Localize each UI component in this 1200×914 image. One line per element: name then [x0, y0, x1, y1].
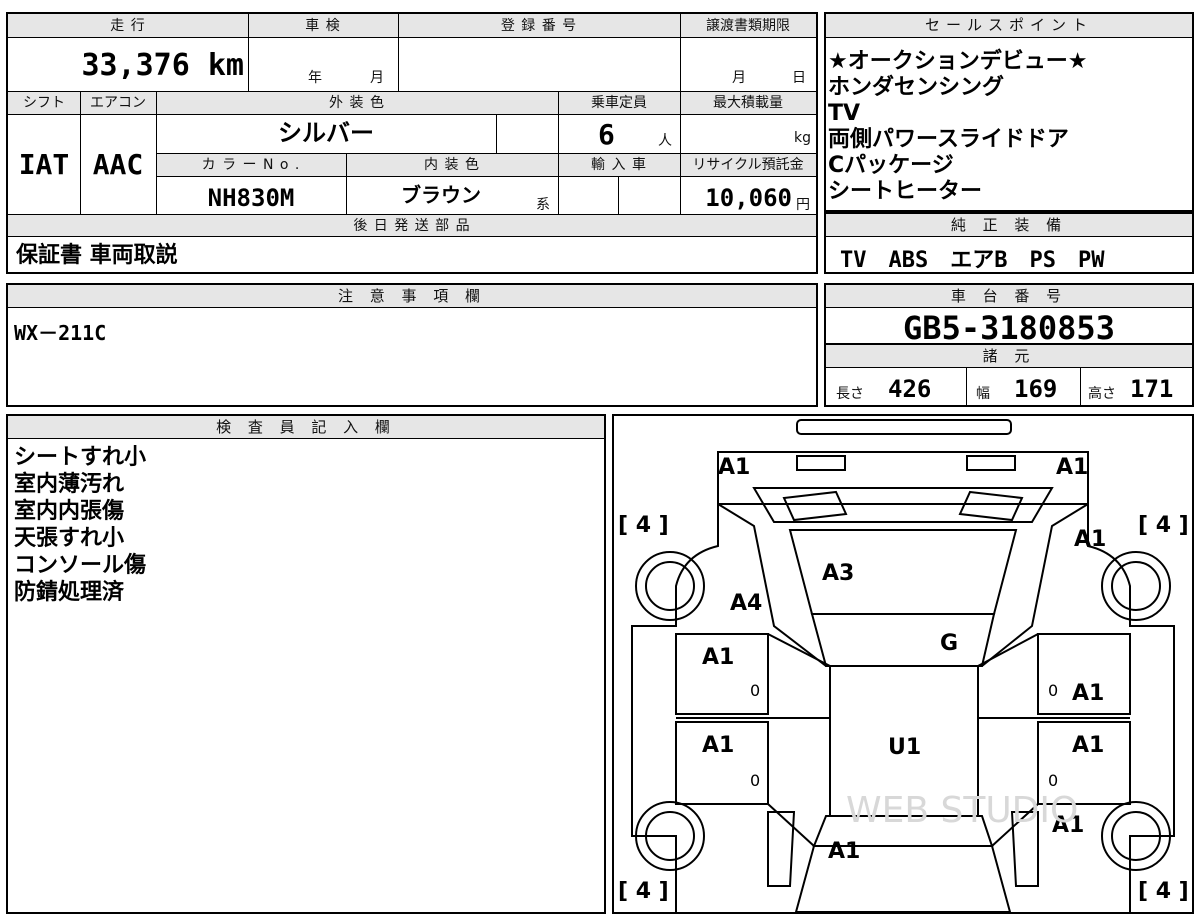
max-load-unit: kg — [794, 130, 811, 146]
width-value: 169 — [1014, 375, 1058, 403]
inspection-month: 月 — [370, 70, 384, 86]
inspector-line-3: 室内内張傷 — [14, 499, 125, 524]
inspector-line-4: 天張すれ小 — [14, 526, 125, 551]
genuine-equipment-panel: 純 正 装 備 TV ABS エアB PS PW — [824, 212, 1194, 274]
color-no-value: NH830M — [207, 184, 295, 212]
chassis-value: GB5-3180853 — [903, 309, 1115, 347]
sales-point-5: Cパッケージ — [828, 153, 954, 178]
inspection-label: 車 検 — [305, 18, 341, 34]
mark-front-left: A1 — [718, 455, 750, 480]
deadline-day: 日 — [792, 70, 806, 86]
mark-left-rear-door: A1 — [702, 733, 734, 758]
chassis-header: 車 台 番 号 — [826, 285, 1192, 308]
tire-label-bottom-right: [ 4 ] — [1138, 879, 1189, 904]
exterior-color-label: 外 装 色 — [329, 95, 385, 111]
height-label: 高さ — [1088, 386, 1116, 402]
inspector-panel: 検 査 員 記 入 欄 シートすれ小 室内薄汚れ 室内内張傷 天張すれ小 コンソ… — [6, 414, 606, 914]
mark-hood: A3 — [822, 561, 854, 586]
max-load-label: 最大積載量 — [713, 95, 783, 111]
mark-windshield: G — [940, 631, 958, 656]
sales-point-3: TV — [828, 101, 861, 126]
color-no-label: カ ラ ー N o . — [201, 157, 301, 173]
sales-points-panel: セールスポイント ★オークションデビュー★ ホンダセンシング TV 両側パワース… — [824, 12, 1194, 212]
later-parts-label: 後 日 発 送 部 品 — [353, 218, 471, 234]
width-label: 幅 — [976, 386, 990, 402]
chassis-panel: 車 台 番 号 GB5-3180853 — [824, 283, 1194, 347]
mileage-label: 走 行 — [110, 18, 146, 34]
aircon-label: エアコン — [90, 95, 146, 111]
mark-left-rear-door-sub: 0 — [750, 771, 760, 790]
vehicle-info-grid: 走 行 車 検 登 録 番 号 譲渡書類期限 33,376 km 年 月 月 日… — [6, 12, 818, 274]
interior-color-label: 内 装 色 — [424, 157, 480, 173]
mark-left-front-door: A1 — [702, 645, 734, 670]
capacity-value: 6 — [598, 118, 615, 151]
transfer-deadline-label: 譲渡書類期限 — [706, 18, 790, 34]
registration-label: 登 録 番 号 — [500, 18, 578, 34]
sales-point-4: 両側パワースライドドア — [828, 127, 1069, 152]
capacity-label: 乗車定員 — [591, 95, 647, 111]
mark-right-rear-door-sub: 0 — [1048, 771, 1058, 790]
length-value: 426 — [888, 375, 932, 403]
length-label: 長さ — [836, 386, 864, 402]
genuine-equipment-header: 純 正 装 備 — [826, 214, 1192, 237]
mileage-value: 33,376 km — [81, 48, 244, 83]
inspection-year: 年 — [308, 70, 322, 86]
height-value: 171 — [1130, 375, 1174, 403]
inspector-line-1: シートすれ小 — [14, 445, 147, 470]
inspector-header: 検 査 員 記 入 欄 — [8, 416, 604, 439]
capacity-unit: 人 — [658, 133, 672, 149]
mark-rear-glass: A1 — [828, 839, 860, 864]
notes-header: 注 意 事 項 欄 — [8, 285, 816, 308]
mark-right-fender: A1 — [1074, 527, 1106, 552]
deadline-month: 月 — [732, 70, 746, 86]
shift-label: シフト — [23, 95, 65, 111]
mark-front-right: A1 — [1056, 455, 1088, 480]
later-parts-value: 保証書 車両取説 — [16, 243, 178, 268]
inspector-line-5: コンソール傷 — [14, 553, 147, 578]
import-label: 輸 入 車 — [591, 157, 647, 173]
recycle-label: リサイクル預託金 — [692, 157, 804, 173]
sales-points-header: セールスポイント — [826, 14, 1192, 38]
mark-roof: U1 — [888, 735, 921, 760]
shift-value: IAT — [18, 148, 70, 181]
notes-panel: 注 意 事 項 欄 WX－211C — [6, 283, 818, 407]
notes-value: WX－211C — [14, 321, 107, 345]
car-diagram-panel: [ 4 ] [ 4 ] [ 4 ] [ 4 ] A1 A1 A1 A3 A4 G… — [612, 414, 1194, 914]
mark-left-fender: A4 — [730, 591, 762, 616]
car-diagram: [ 4 ] [ 4 ] [ 4 ] [ 4 ] A1 A1 A1 A3 A4 G… — [618, 419, 1189, 912]
mark-right-rear-door: A1 — [1072, 733, 1104, 758]
sales-point-2: ホンダセンシング — [828, 75, 1005, 100]
genuine-equipment-value: TV ABS エアB PS PW — [840, 248, 1105, 273]
exterior-color-value: シルバー — [278, 119, 374, 147]
sales-point-6: シートヒーター — [828, 179, 983, 204]
interior-color-value: ブラウン — [401, 183, 481, 207]
tire-label-top-left: [ 4 ] — [618, 513, 669, 538]
inspector-line-6: 防錆処理済 — [14, 580, 125, 605]
tire-label-top-right: [ 4 ] — [1138, 513, 1189, 538]
interior-suffix: 系 — [536, 197, 550, 213]
mark-left-front-door-sub: 0 — [750, 681, 760, 700]
specs-header: 諸 元 — [826, 345, 1192, 368]
inspector-line-2: 室内薄汚れ — [14, 472, 125, 497]
tire-label-bottom-left: [ 4 ] — [618, 879, 669, 904]
mark-right-front-door-sub: 0 — [1048, 681, 1058, 700]
aircon-value: AAC — [92, 148, 144, 181]
watermark: WEB STUDIO — [846, 790, 1078, 831]
recycle-unit: 円 — [796, 197, 810, 213]
recycle-fee-value: 10,060 — [705, 184, 792, 212]
sales-point-1: ★オークションデビュー★ — [828, 49, 1088, 74]
mark-right-front-door: A1 — [1072, 681, 1104, 706]
specs-panel: 諸 元 長さ 426 幅 169 高さ 171 — [824, 343, 1194, 407]
